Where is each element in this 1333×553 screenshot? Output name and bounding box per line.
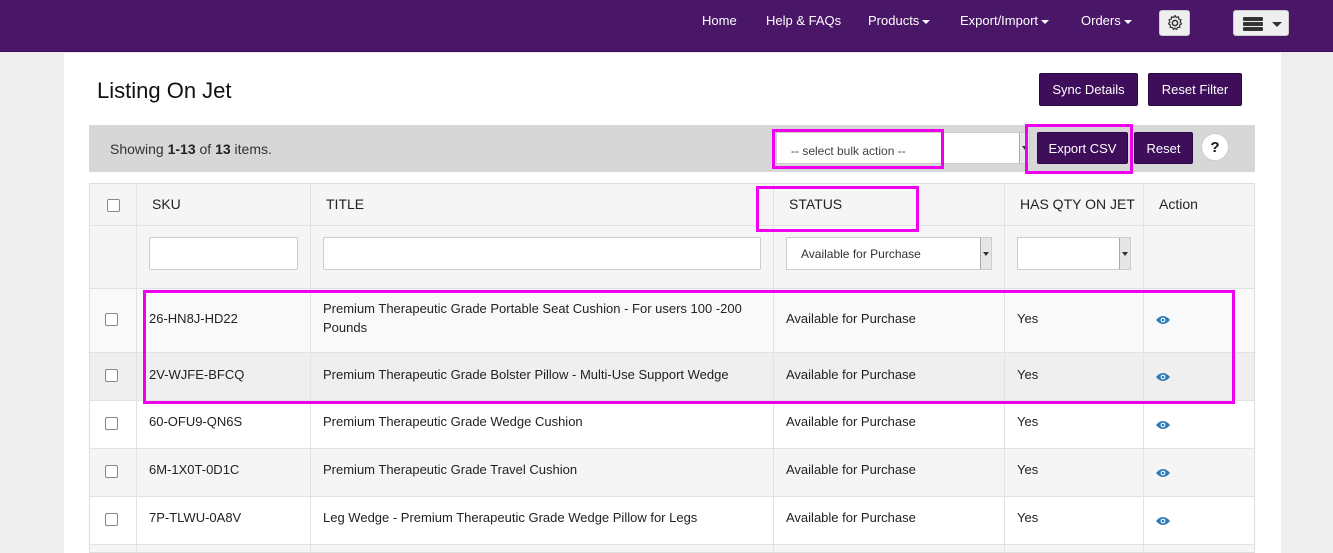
row-checkbox[interactable] <box>105 313 118 326</box>
table-row: 26-HN8J-HD22 Premium Therapeutic Grade P… <box>90 289 1254 353</box>
row-checkbox[interactable] <box>105 465 118 478</box>
view-eye-icon[interactable] <box>1156 315 1170 325</box>
row-title: Premium Therapeutic Grade Portable Seat … <box>323 301 742 335</box>
chevron-down-icon <box>1272 22 1282 27</box>
help-icon[interactable]: ? <box>1201 133 1229 161</box>
summary-range: 1-13 <box>167 141 196 157</box>
table-row: 7P-TLWU-0A8V Leg Wedge - Premium Therape… <box>90 497 1254 545</box>
chevron-down-icon <box>1041 19 1050 24</box>
row-has-qty: Yes <box>1017 414 1039 429</box>
row-sku: 7P-TLWU-0A8V <box>149 510 242 525</box>
settings-button[interactable] <box>1159 10 1190 36</box>
column-header-sku[interactable]: SKU <box>152 196 181 212</box>
server-icon <box>1243 17 1263 31</box>
nav-products-label: Products <box>868 13 920 28</box>
summary-suffix: items. <box>230 141 272 157</box>
row-has-qty: Yes <box>1017 311 1039 326</box>
sync-details-button[interactable]: Sync Details <box>1039 73 1138 106</box>
view-eye-icon[interactable] <box>1156 420 1170 430</box>
column-header-status[interactable]: STATUS <box>789 196 842 212</box>
bulk-action-select[interactable]: -- select bulk action -- <box>776 132 1030 164</box>
bulk-action-value: -- select bulk action -- <box>791 144 906 158</box>
nav-export-import-label: Export/Import <box>960 13 1039 28</box>
view-eye-icon[interactable] <box>1156 516 1170 526</box>
dropdown-arrow-icon <box>1119 238 1130 269</box>
top-navbar: Home Help & FAQs Products Export/Import … <box>0 0 1333 52</box>
row-title: Premium Therapeutic Grade Wedge Cushion <box>323 414 583 429</box>
nav-products[interactable]: Products <box>868 13 931 28</box>
account-menu-button[interactable] <box>1233 10 1289 36</box>
nav-orders[interactable]: Orders <box>1081 13 1132 28</box>
status-filter-select[interactable]: Available for Purchase <box>786 237 992 270</box>
row-status: Available for Purchase <box>786 311 916 326</box>
row-title: Premium Therapeutic Grade Bolster Pillow… <box>323 367 729 382</box>
dropdown-arrow-icon <box>1019 133 1029 163</box>
has-qty-filter-select[interactable] <box>1017 237 1131 270</box>
nav-export-import[interactable]: Export/Import <box>960 13 1050 28</box>
row-sku: 60-OFU9-QN6S <box>149 414 243 429</box>
select-all-checkbox[interactable] <box>107 199 120 212</box>
row-status: Available for Purchase <box>786 510 916 525</box>
row-title: Leg Wedge - Premium Therapeutic Grade We… <box>323 510 698 525</box>
listing-table: SKU TITLE STATUS HAS QTY ON JET Action A… <box>89 183 1255 553</box>
title-filter-input[interactable] <box>323 237 761 270</box>
row-has-qty: Yes <box>1017 510 1039 525</box>
column-header-has-qty[interactable]: HAS QTY ON JET <box>1020 196 1135 212</box>
row-checkbox[interactable] <box>105 369 118 382</box>
summary-prefix: Showing <box>110 141 168 157</box>
row-sku: 2V-WJFE-BFCQ <box>149 367 245 382</box>
table-row: 6M-1X0T-0D1C Premium Therapeutic Grade T… <box>90 449 1254 497</box>
table-header-row: SKU TITLE STATUS HAS QTY ON JET Action <box>90 184 1254 226</box>
table-row: 60-OFU9-QN6S Premium Therapeutic Grade W… <box>90 401 1254 449</box>
export-csv-button[interactable]: Export CSV <box>1037 132 1128 164</box>
table-row: 2V-WJFE-BFCQ Premium Therapeutic Grade B… <box>90 353 1254 401</box>
items-summary: Showing 1-13 of 13 items. <box>110 141 272 157</box>
sku-filter-input[interactable] <box>149 237 298 270</box>
row-sku: 26-HN8J-HD22 <box>149 311 238 326</box>
row-status: Available for Purchase <box>786 462 916 477</box>
reset-filter-button[interactable]: Reset Filter <box>1148 73 1242 106</box>
summary-of: of <box>195 141 216 157</box>
view-eye-icon[interactable] <box>1156 468 1170 478</box>
page-title: Listing On Jet <box>97 78 232 103</box>
nav-home[interactable]: Home <box>702 13 737 28</box>
status-filter-value: Available for Purchase <box>801 247 921 261</box>
gear-icon <box>1167 14 1182 31</box>
row-status: Available for Purchase <box>786 414 916 429</box>
view-eye-icon[interactable] <box>1156 372 1170 382</box>
chevron-down-icon <box>922 19 931 24</box>
row-has-qty: Yes <box>1017 367 1039 382</box>
row-sku: 6M-1X0T-0D1C <box>149 462 240 477</box>
row-status: Available for Purchase <box>786 367 916 382</box>
nav-orders-label: Orders <box>1081 13 1121 28</box>
summary-total: 13 <box>215 141 231 157</box>
table-row-partial <box>90 545 1254 552</box>
nav-help-faqs[interactable]: Help & FAQs <box>766 13 841 28</box>
row-has-qty: Yes <box>1017 462 1039 477</box>
row-title: Premium Therapeutic Grade Travel Cushion <box>323 462 578 477</box>
reset-button[interactable]: Reset <box>1134 132 1193 164</box>
column-header-action: Action <box>1159 196 1198 212</box>
table-filter-row: Available for Purchase <box>90 226 1254 289</box>
column-header-title[interactable]: TITLE <box>326 196 364 212</box>
row-checkbox[interactable] <box>105 513 118 526</box>
row-checkbox[interactable] <box>105 417 118 430</box>
dropdown-arrow-icon <box>980 238 991 269</box>
chevron-down-icon <box>1123 19 1132 24</box>
